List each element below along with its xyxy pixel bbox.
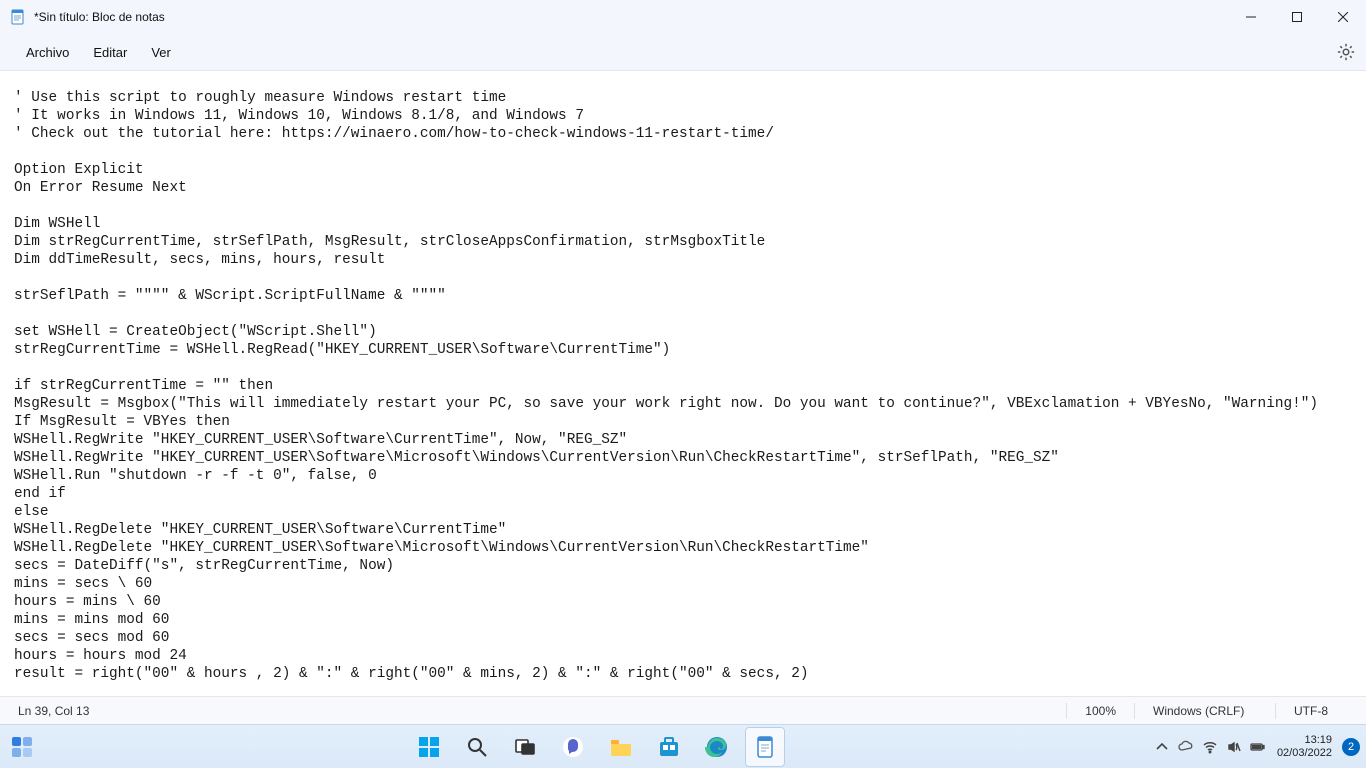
volume-icon[interactable]	[1223, 727, 1245, 767]
menubar: Archivo Editar Ver	[0, 34, 1366, 70]
taskbar: 13:19 02/03/2022 2	[0, 724, 1366, 768]
notepad-window: *Sin título: Bloc de notas Archivo Edita…	[0, 0, 1366, 724]
chat-button[interactable]	[553, 727, 593, 767]
notepad-taskbar-button[interactable]	[745, 727, 785, 767]
start-button[interactable]	[409, 727, 449, 767]
notification-badge[interactable]: 2	[1342, 738, 1360, 756]
minimize-button[interactable]	[1228, 0, 1274, 34]
onedrive-icon[interactable]	[1175, 727, 1197, 767]
notepad-icon	[10, 9, 26, 25]
menu-edit[interactable]: Editar	[81, 39, 139, 66]
titlebar[interactable]: *Sin título: Bloc de notas	[0, 0, 1366, 34]
menu-file[interactable]: Archivo	[14, 39, 81, 66]
status-encoding: UTF-8	[1276, 704, 1366, 718]
status-zoom[interactable]: 100%	[1067, 704, 1134, 718]
battery-icon[interactable]	[1247, 727, 1269, 767]
widgets-button[interactable]	[2, 727, 42, 767]
clock-date: 02/03/2022	[1277, 747, 1332, 760]
window-title: *Sin título: Bloc de notas	[34, 10, 165, 24]
clock-time: 13:19	[1277, 734, 1332, 747]
text-editor[interactable]: ' Use this script to roughly measure Win…	[0, 71, 1366, 696]
tray-overflow-icon[interactable]	[1151, 727, 1173, 767]
store-button[interactable]	[649, 727, 689, 767]
status-cursor: Ln 39, Col 13	[0, 704, 107, 718]
explorer-button[interactable]	[601, 727, 641, 767]
menu-view[interactable]: Ver	[139, 39, 183, 66]
task-view-button[interactable]	[505, 727, 545, 767]
search-button[interactable]	[457, 727, 497, 767]
close-button[interactable]	[1320, 0, 1366, 34]
wifi-icon[interactable]	[1199, 727, 1221, 767]
taskbar-clock[interactable]: 13:19 02/03/2022	[1271, 734, 1338, 760]
maximize-button[interactable]	[1274, 0, 1320, 34]
statusbar: Ln 39, Col 13 100% Windows (CRLF) UTF-8	[0, 696, 1366, 724]
settings-button[interactable]	[1336, 42, 1356, 62]
edge-button[interactable]	[697, 727, 737, 767]
status-line-ending: Windows (CRLF)	[1135, 704, 1275, 718]
